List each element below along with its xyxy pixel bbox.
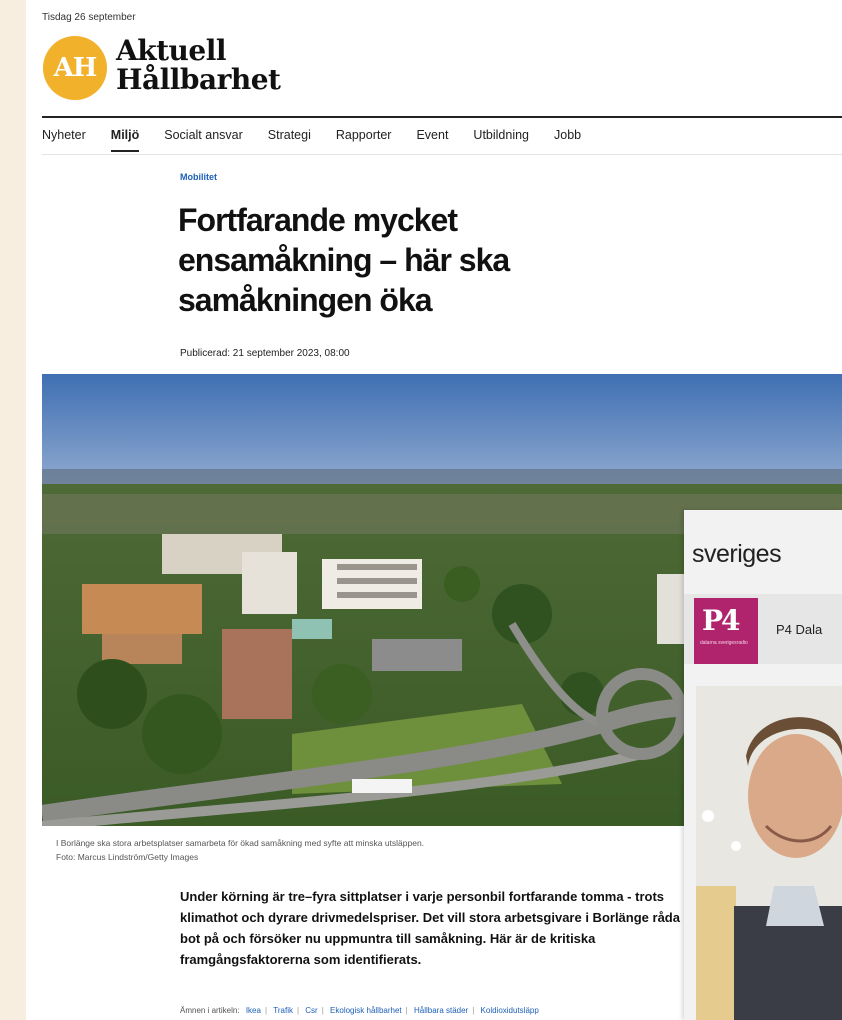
- site-logo-text[interactable]: Aktuell Hållbarhet: [116, 34, 281, 96]
- topic-link[interactable]: Ikea: [246, 1006, 261, 1015]
- person-photo: [696, 686, 842, 1020]
- photo-credit: Foto: Marcus Lindström/Getty Images: [56, 852, 199, 862]
- logo-line-2: Hållbarhet: [116, 63, 281, 96]
- article-lead: Under körning är tre–fyra sittplatser i …: [180, 889, 680, 967]
- sveriges-radio-overlay: sveriges P4 dalarna sverigesradio P4 Dal…: [684, 510, 842, 1020]
- published-date: Publicerad: 21 september 2023, 08:00: [180, 348, 350, 359]
- site-logo-icon[interactable]: AH: [43, 36, 107, 100]
- nav-item-miljo[interactable]: Miljö: [110, 128, 140, 152]
- portrait-image: [696, 686, 842, 1020]
- topic-link[interactable]: Ekologisk hållbarhet: [330, 1006, 402, 1015]
- header-divider: [42, 116, 842, 118]
- nav-item-event[interactable]: Event: [416, 128, 448, 152]
- nav-item-rapporter[interactable]: Rapporter: [336, 128, 392, 152]
- article-category-link[interactable]: Mobilitet: [180, 172, 217, 182]
- nav-item-socialt-ansvar[interactable]: Socialt ansvar: [164, 128, 243, 152]
- topic-link[interactable]: Csr: [305, 1006, 317, 1015]
- logo-line-1: Aktuell: [116, 34, 227, 67]
- topics-label: Ämnen i artikeln:: [180, 1006, 240, 1015]
- topic-link[interactable]: Koldioxidutsläpp: [481, 1006, 539, 1015]
- nav-item-utbildning[interactable]: Utbildning: [473, 128, 529, 152]
- image-caption: I Borlänge ska stora arbetsplatser samar…: [56, 836, 424, 864]
- p4-logo-icon[interactable]: P4 dalarna sverigesradio: [694, 598, 758, 664]
- caption-text: I Borlänge ska stora arbetsplatser samar…: [56, 838, 425, 848]
- main-nav: Nyheter Miljö Socialt ansvar Strategi Ra…: [42, 128, 606, 152]
- p4-badge-subtext: dalarna sverigesradio: [700, 640, 748, 646]
- nav-item-strategi[interactable]: Strategi: [268, 128, 311, 152]
- article-topics: Ämnen i artikeln: Ikea | Trafik | Csr | Eko…: [180, 1006, 539, 1015]
- current-date: Tisdag 26 september: [42, 12, 136, 23]
- nav-item-jobb[interactable]: Jobb: [554, 128, 581, 152]
- nav-item-nyheter[interactable]: Nyheter: [42, 128, 86, 152]
- article-headline: Fortfarande mycket ensamåkning – här ska…: [178, 202, 510, 318]
- topic-link[interactable]: Hållbara städer: [414, 1006, 468, 1015]
- sveriges-radio-logo[interactable]: sveriges: [692, 540, 782, 569]
- topic-link[interactable]: Trafik: [273, 1006, 293, 1015]
- nav-divider: [42, 154, 842, 155]
- channel-name[interactable]: P4 Dala: [776, 622, 822, 637]
- p4-badge-text: P4: [702, 604, 741, 637]
